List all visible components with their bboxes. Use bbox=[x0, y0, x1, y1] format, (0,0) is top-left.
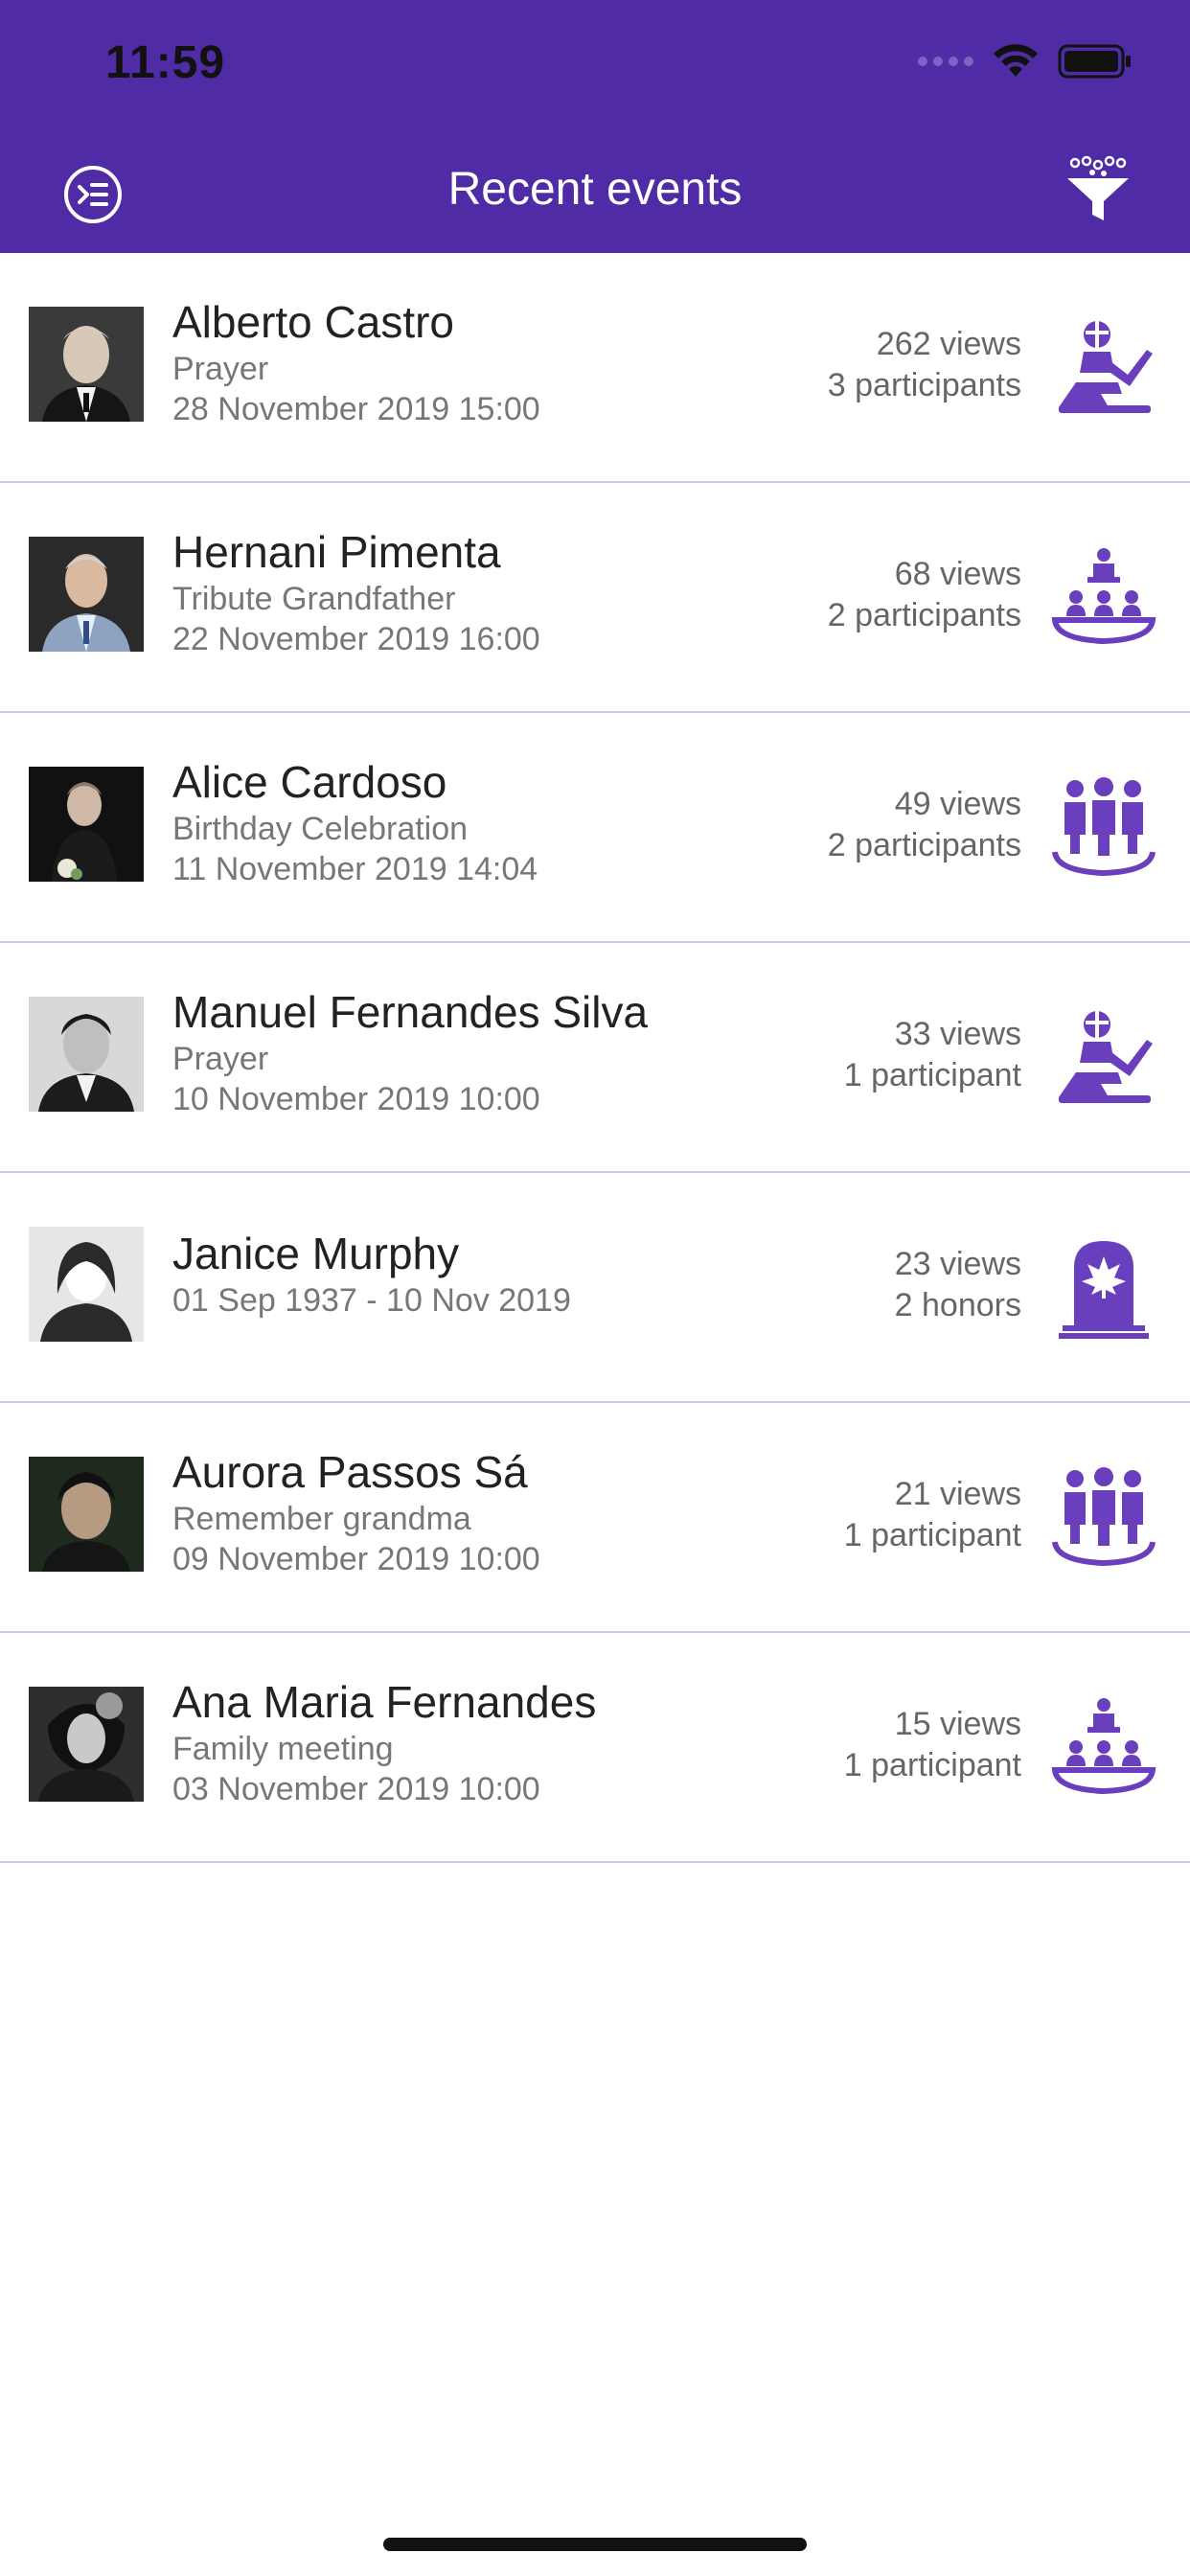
event-row[interactable]: Hernani Pimenta Tribute Grandfather 22 N… bbox=[0, 483, 1190, 713]
tribute-icon bbox=[1046, 540, 1161, 656]
avatar bbox=[29, 997, 144, 1112]
event-views: 68 views bbox=[894, 556, 1021, 592]
event-views: 33 views bbox=[894, 1016, 1021, 1052]
event-person-name: Manuel Fernandes Silva bbox=[172, 987, 649, 1037]
event-participants: 1 participant bbox=[843, 1747, 1021, 1783]
event-date: 28 November 2019 15:00 bbox=[172, 391, 540, 427]
avatar bbox=[29, 1227, 144, 1342]
filter-button[interactable] bbox=[1060, 151, 1136, 228]
avatar bbox=[29, 307, 144, 422]
event-type: Remember grandma bbox=[172, 1501, 471, 1537]
cellular-signal-icon bbox=[918, 57, 973, 66]
event-participants: 1 participant bbox=[843, 1517, 1021, 1553]
app-header: 11:59 Recent events bbox=[0, 0, 1190, 253]
avatar bbox=[29, 1457, 144, 1572]
event-type: Tribute Grandfather bbox=[172, 581, 456, 617]
event-row[interactable]: Alice Cardoso Birthday Celebration 11 No… bbox=[0, 713, 1190, 943]
event-participants: 3 participants bbox=[827, 367, 1021, 403]
event-person-name: Aurora Passos Sá bbox=[172, 1447, 528, 1497]
event-type: Prayer bbox=[172, 1041, 269, 1077]
event-views: 49 views bbox=[894, 786, 1021, 822]
celebration-group-icon bbox=[1046, 770, 1161, 886]
events-list: Alberto Castro Prayer 28 November 2019 1… bbox=[0, 253, 1190, 1863]
battery-icon bbox=[1058, 44, 1131, 79]
event-row[interactable]: Janice Murphy 01 Sep 1937 - 10 Nov 2019 … bbox=[0, 1173, 1190, 1403]
event-type: Birthday Celebration bbox=[172, 811, 469, 847]
filter-funnel-icon bbox=[1067, 155, 1129, 220]
prayer-icon bbox=[1046, 310, 1161, 426]
event-date: 09 November 2019 10:00 bbox=[172, 1541, 540, 1577]
wifi-icon bbox=[994, 44, 1038, 77]
event-person-name: Alberto Castro bbox=[172, 297, 455, 347]
avatar bbox=[29, 537, 144, 652]
event-person-name: Alice Cardoso bbox=[172, 757, 447, 807]
event-participants: 2 participants bbox=[827, 827, 1021, 863]
avatar bbox=[29, 1687, 144, 1802]
status-time: 11:59 bbox=[105, 37, 226, 88]
event-lifespan: 01 Sep 1937 - 10 Nov 2019 bbox=[172, 1282, 571, 1319]
event-person-name: Janice Murphy bbox=[172, 1229, 460, 1278]
event-row[interactable]: Ana Maria Fernandes Family meeting 03 No… bbox=[0, 1633, 1190, 1863]
event-views: 21 views bbox=[894, 1476, 1021, 1512]
status-indicators bbox=[918, 42, 1133, 80]
event-person-name: Ana Maria Fernandes bbox=[172, 1677, 597, 1727]
tribute-icon bbox=[1046, 1690, 1161, 1806]
page-title: Recent events bbox=[447, 164, 743, 215]
event-views: 23 views bbox=[894, 1246, 1021, 1282]
event-date: 10 November 2019 10:00 bbox=[172, 1081, 540, 1117]
home-indicator[interactable] bbox=[383, 2538, 807, 2551]
event-date: 22 November 2019 16:00 bbox=[172, 621, 540, 657]
event-date: 11 November 2019 14:04 bbox=[172, 851, 538, 887]
event-type: Family meeting bbox=[172, 1731, 394, 1767]
event-views: 262 views bbox=[876, 326, 1021, 362]
prayer-icon bbox=[1046, 1000, 1161, 1116]
event-row[interactable]: Aurora Passos Sá Remember grandma 09 Nov… bbox=[0, 1403, 1190, 1633]
event-participants: 2 participants bbox=[827, 597, 1021, 633]
tombstone-icon bbox=[1046, 1230, 1161, 1346]
celebration-group-icon bbox=[1046, 1460, 1161, 1576]
event-date: 03 November 2019 10:00 bbox=[172, 1771, 540, 1807]
event-type: Prayer bbox=[172, 351, 269, 387]
event-person-name: Hernani Pimenta bbox=[172, 527, 501, 577]
event-honors: 2 honors bbox=[894, 1287, 1021, 1323]
event-row[interactable]: Manuel Fernandes Silva Prayer 10 Novembe… bbox=[0, 943, 1190, 1173]
event-row[interactable]: Alberto Castro Prayer 28 November 2019 1… bbox=[0, 253, 1190, 483]
avatar bbox=[29, 767, 144, 882]
event-participants: 1 participant bbox=[843, 1057, 1021, 1093]
event-views: 15 views bbox=[894, 1706, 1021, 1742]
